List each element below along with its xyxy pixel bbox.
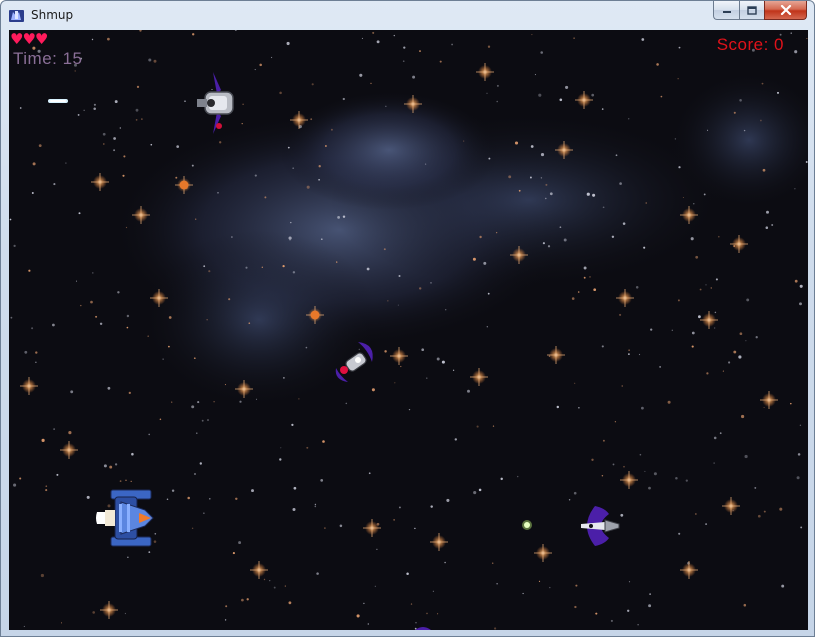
title-bar[interactable]: Shmup [1,1,814,30]
time-counter: Time: 15 [13,49,83,68]
game-window: Shmup ♥♥♥ Time: 15 Score: 0 [0,0,815,637]
enemy-ship [581,506,620,546]
minimize-icon [722,11,731,13]
game-ship-icon [9,10,24,22]
close-button[interactable] [764,1,807,20]
enemy-ship-partial [415,627,431,630]
lives-hearts: ♥♥♥ [10,30,48,48]
window-title: Shmup [31,8,74,22]
maximize-icon [747,5,757,15]
maximize-button[interactable] [739,1,764,20]
player-laser [48,99,68,103]
enemy-ship [197,72,234,134]
close-icon [780,5,791,15]
game-viewport[interactable]: ♥♥♥ Time: 15 Score: 0 [9,30,808,630]
enemy-bullet [522,520,532,530]
score-counter: Score: 0 [716,35,784,54]
minimize-button[interactable] [713,1,739,20]
player-ship [96,489,154,547]
caption-buttons [713,1,807,21]
enemy-ship [335,342,373,382]
